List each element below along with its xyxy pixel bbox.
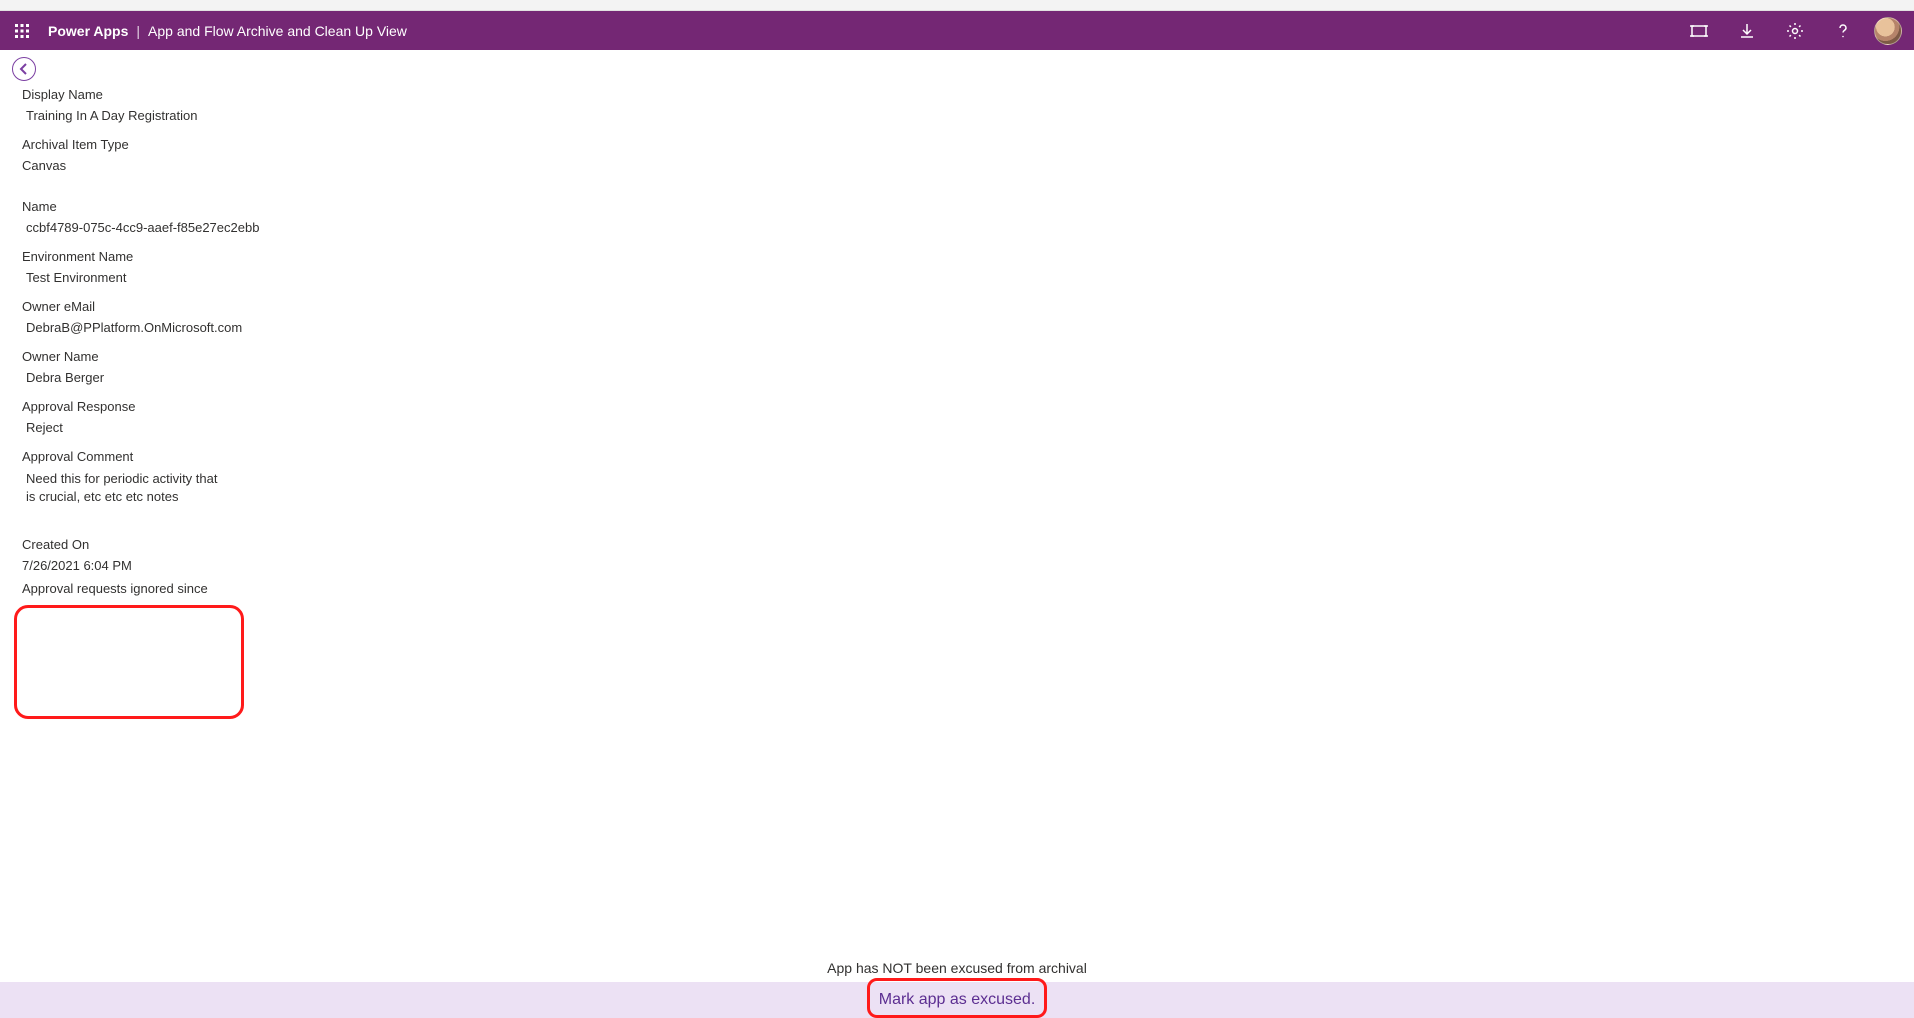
label-name: Name [22, 199, 662, 214]
value-approval-response: Reject [22, 420, 662, 435]
field-created-on: Created On 7/26/2021 6:04 PM [22, 537, 662, 573]
header-right [1682, 14, 1906, 48]
help-icon[interactable] [1826, 14, 1860, 48]
label-approval-response: Approval Response [22, 399, 662, 414]
detail-wrap: Display Name Training In A Day Registrat… [0, 83, 1914, 954]
label-environment-name: Environment Name [22, 249, 662, 264]
value-owner-name: Debra Berger [22, 370, 662, 385]
label-approval-ignored-since: Approval requests ignored since [22, 581, 662, 596]
settings-icon[interactable] [1778, 14, 1812, 48]
brand-label: Power Apps [48, 23, 128, 39]
label-created-on: Created On [22, 537, 662, 552]
status-message: App has NOT been excused from archival [0, 954, 1914, 982]
field-approval-ignored-since: Approval requests ignored since [22, 581, 662, 596]
label-display-name: Display Name [22, 87, 662, 102]
value-created-on: 7/26/2021 6:04 PM [22, 558, 662, 573]
value-display-name: Training In A Day Registration [22, 108, 662, 123]
value-owner-email: DebraB@PPlatform.OnMicrosoft.com [22, 320, 662, 335]
field-archival-item-type: Archival Item Type Canvas [22, 137, 662, 173]
header-left: Power Apps | App and Flow Archive and Cl… [8, 17, 407, 45]
back-row [0, 50, 1914, 83]
detail-scroll[interactable]: Display Name Training In A Day Registrat… [0, 83, 1914, 954]
browser-chrome-strip [0, 0, 1914, 11]
waffle-icon[interactable] [8, 17, 36, 45]
view-label: App and Flow Archive and Clean Up View [148, 23, 407, 39]
app-body: Display Name Training In A Day Registrat… [0, 50, 1914, 1018]
header-title: Power Apps | App and Flow Archive and Cl… [48, 23, 407, 39]
user-avatar[interactable] [1874, 17, 1902, 45]
field-environment-name: Environment Name Test Environment [22, 249, 662, 285]
title-separator: | [136, 23, 140, 39]
field-approval-response: Approval Response Reject [22, 399, 662, 435]
field-name: Name ccbf4789-075c-4cc9-aaef-f85e27ec2eb… [22, 199, 662, 235]
label-owner-name: Owner Name [22, 349, 662, 364]
mark-excused-button[interactable]: Mark app as excused. [869, 987, 1046, 1013]
download-icon[interactable] [1730, 14, 1764, 48]
field-display-name: Display Name Training In A Day Registrat… [22, 87, 662, 123]
field-approval-comment: Approval Comment Need this for periodic … [22, 449, 222, 505]
value-archival-item-type: Canvas [22, 158, 662, 173]
field-owner-name: Owner Name Debra Berger [22, 349, 662, 385]
value-name: ccbf4789-075c-4cc9-aaef-f85e27ec2ebb [22, 220, 662, 235]
back-button[interactable] [12, 57, 36, 81]
footer-bar: Mark app as excused. [0, 982, 1914, 1018]
fit-to-screen-icon[interactable] [1682, 14, 1716, 48]
app-header: Power Apps | App and Flow Archive and Cl… [0, 11, 1914, 50]
label-archival-item-type: Archival Item Type [22, 137, 662, 152]
value-approval-comment: Need this for periodic activity that is … [22, 470, 222, 505]
value-environment-name: Test Environment [22, 270, 662, 285]
label-owner-email: Owner eMail [22, 299, 662, 314]
field-owner-email: Owner eMail DebraB@PPlatform.OnMicrosoft… [22, 299, 662, 335]
label-approval-comment: Approval Comment [22, 449, 222, 464]
